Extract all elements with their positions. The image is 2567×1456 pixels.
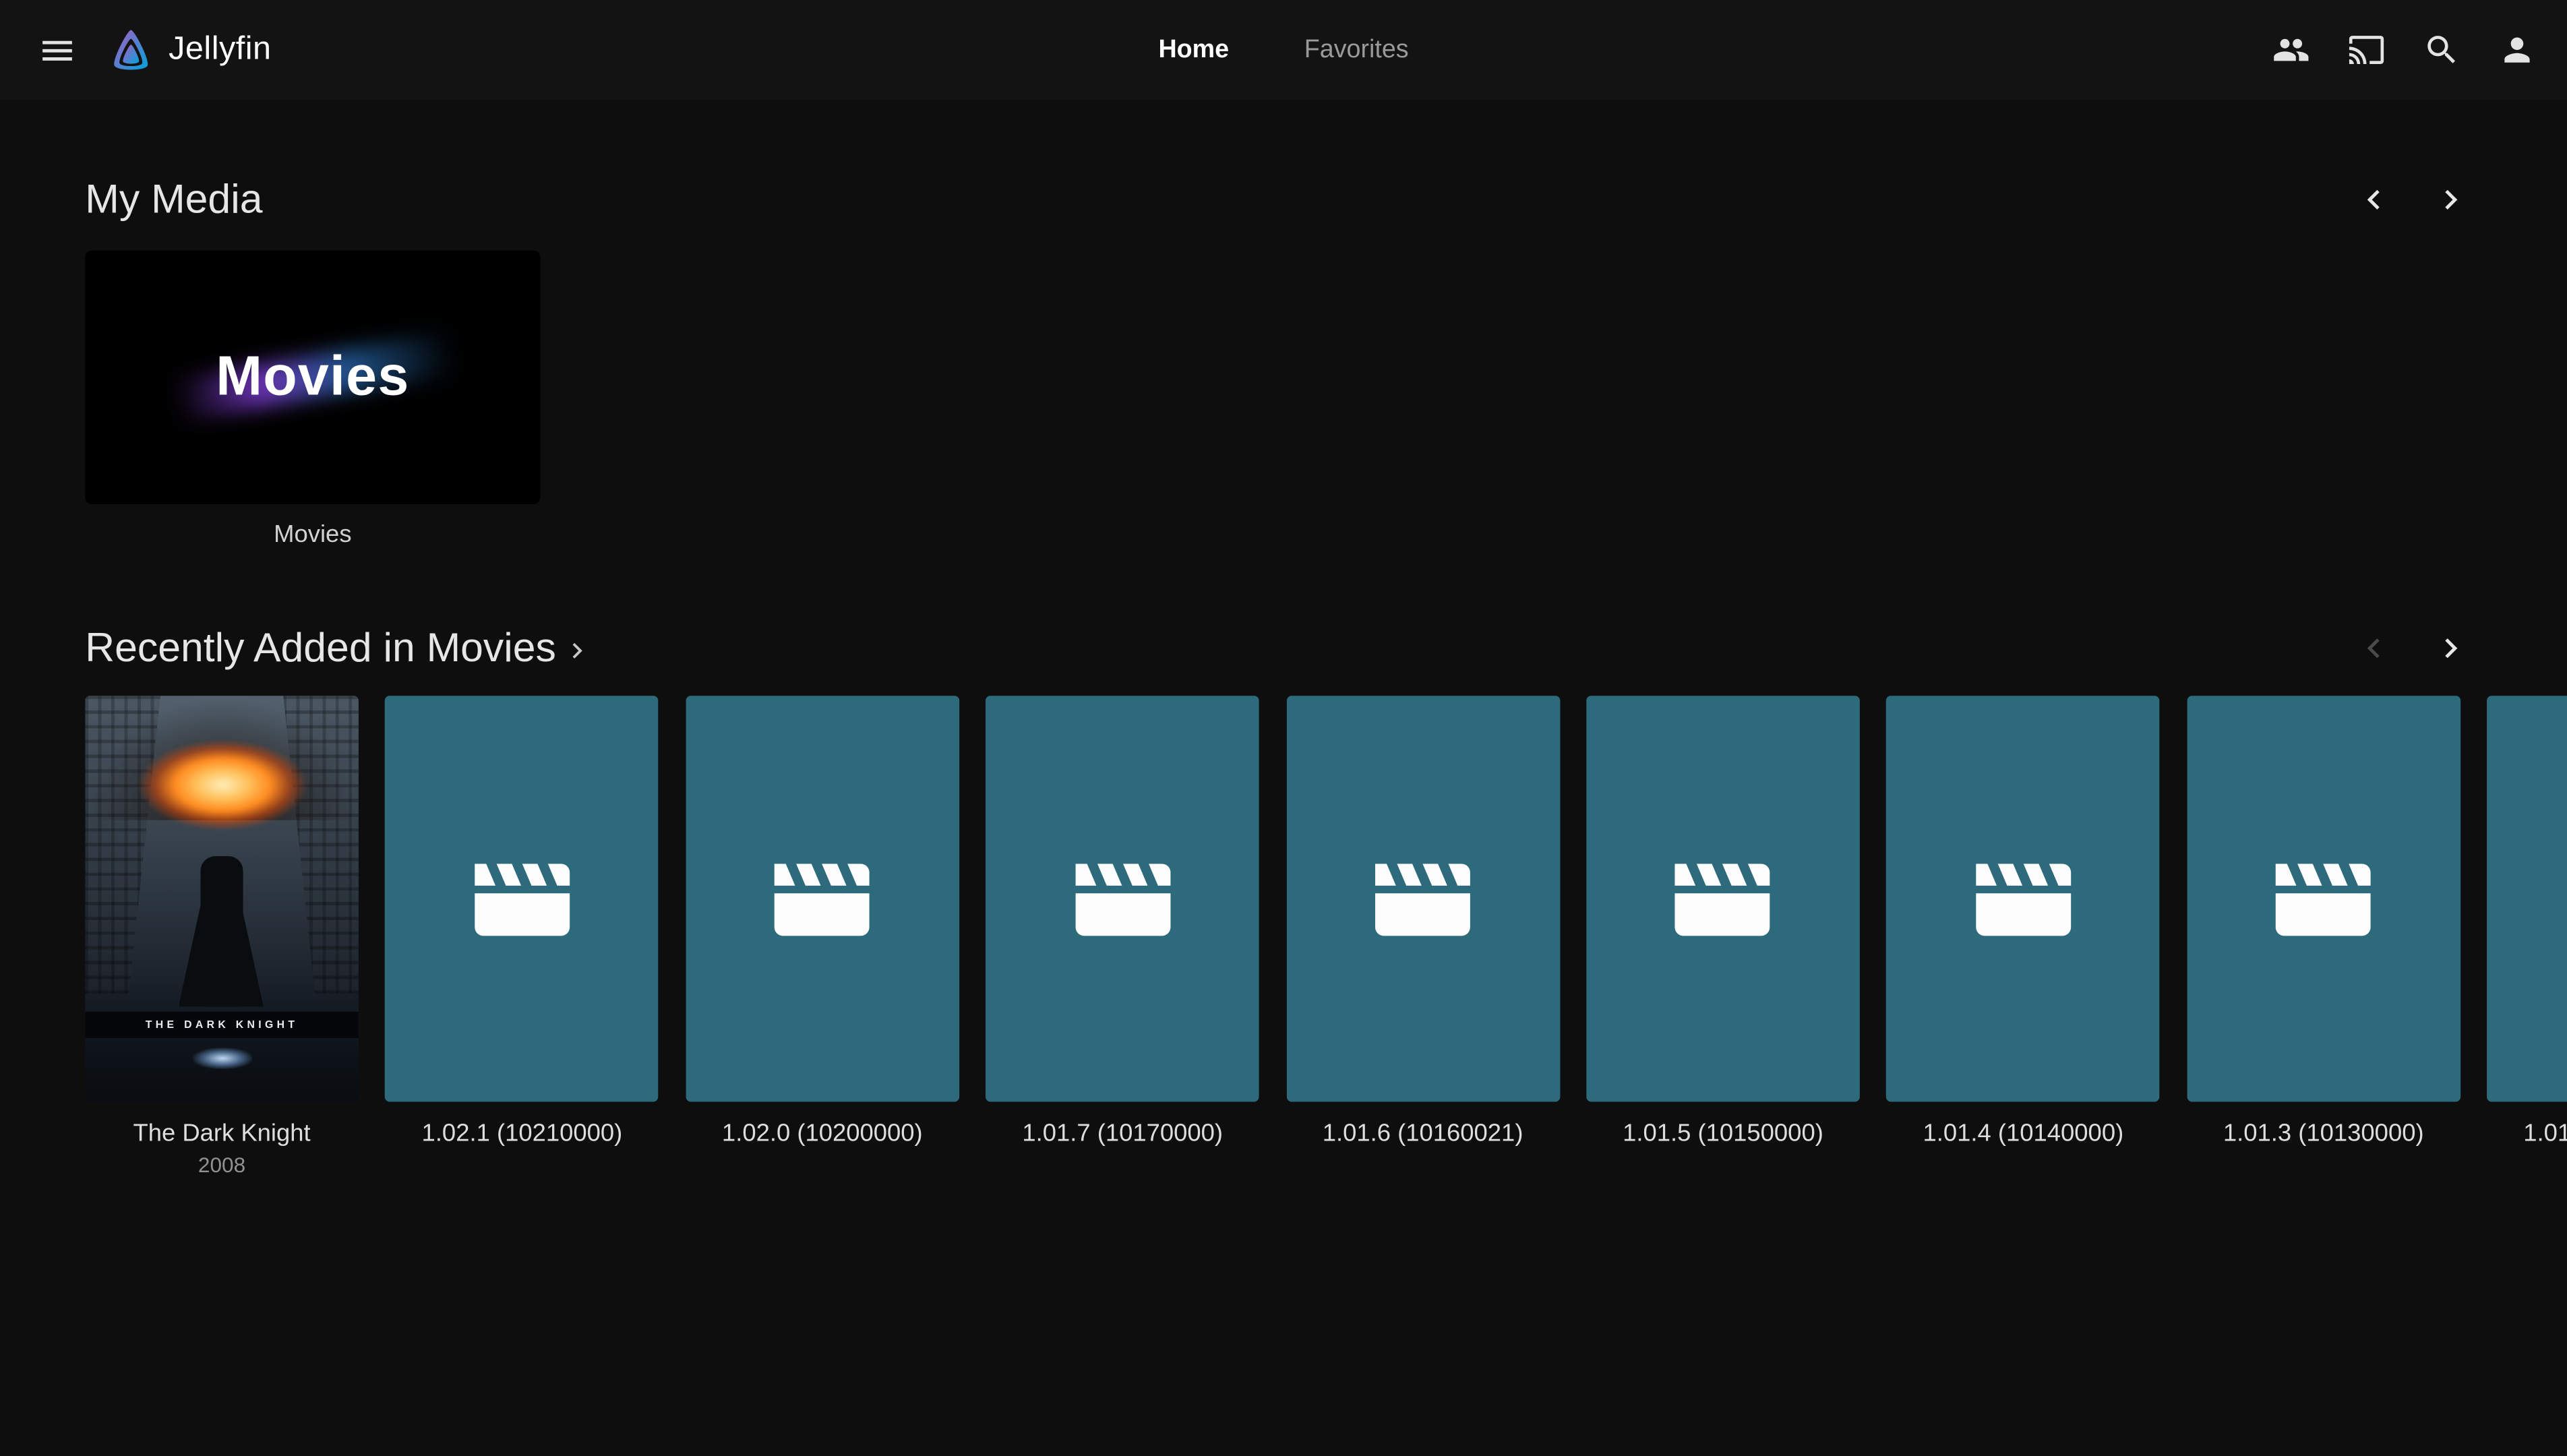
chevron-left-icon <box>2354 180 2393 219</box>
movie-poster[interactable]: THE DARK KNIGHT <box>85 696 359 1101</box>
menu-icon <box>38 30 77 69</box>
tab-home[interactable]: Home <box>1121 0 1267 100</box>
movie-title: 1.01.7 (10170000) <box>986 1120 1259 1147</box>
movie-poster[interactable] <box>386 696 659 1101</box>
chevron-right-icon <box>2431 629 2470 668</box>
poster-fire-art <box>121 738 324 840</box>
movie-card-3[interactable]: 1.01.7 (10170000) <box>986 696 1259 1177</box>
people-icon <box>2272 31 2309 69</box>
movie-card-0[interactable]: THE DARK KNIGHT The Dark Knight 2008 <box>85 696 359 1177</box>
recently-added-scroll-buttons <box>2346 620 2479 676</box>
movie-title: 1.01.3 (10130000) <box>2187 1120 2460 1147</box>
recently-added-link[interactable]: Recently Added in Movies <box>85 625 592 672</box>
user-menu-button[interactable] <box>2479 12 2554 88</box>
home-content: My Media Movies Movies <box>0 172 2567 1177</box>
movies-library-tile[interactable]: Movies <box>85 251 540 504</box>
jellyfin-logo-icon <box>107 26 156 75</box>
tab-favorites[interactable]: Favorites <box>1267 0 1447 100</box>
header-actions <box>2253 12 2554 88</box>
my-media-scroll-right-button[interactable] <box>2423 172 2479 228</box>
top-bar: Jellyfin Home Favorites <box>0 0 2567 100</box>
movie-title: 1.01.6 (10160021) <box>1286 1120 1560 1147</box>
my-media-title: My Media <box>85 176 262 223</box>
my-media-section: My Media Movies Movies <box>85 172 2567 549</box>
chevron-left-icon <box>2354 629 2393 668</box>
movie-poster[interactable] <box>1286 696 1560 1101</box>
movie-card-4[interactable]: 1.01.6 (10160021) <box>1286 696 1560 1177</box>
library-card-movies[interactable]: Movies Movies <box>85 251 540 549</box>
cast-icon <box>2347 31 2384 69</box>
movie-title: The Dark Knight <box>85 1120 359 1147</box>
chevron-right-icon <box>2431 180 2470 219</box>
syncplay-button[interactable] <box>2253 12 2328 88</box>
movie-card-1[interactable]: 1.02.1 (10210000) <box>386 696 659 1177</box>
my-media-row: Movies Movies <box>85 251 2567 549</box>
movie-clapper-icon <box>1958 833 2088 964</box>
app-logo[interactable]: Jellyfin <box>107 26 272 75</box>
cast-button[interactable] <box>2328 12 2403 88</box>
recently-added-section: Recently Added in Movies THE DARK KNIGHT… <box>85 620 2567 1177</box>
chevron-right-icon <box>561 635 592 666</box>
movie-card-2[interactable]: 1.02.0 (10200000) <box>686 696 959 1177</box>
poster-figure-art <box>200 856 242 1006</box>
poster-title-band: THE DARK KNIGHT <box>85 1012 359 1038</box>
movie-poster[interactable] <box>2187 696 2460 1101</box>
person-icon <box>2498 31 2535 69</box>
movie-clapper-icon <box>1057 833 1188 964</box>
movie-poster[interactable] <box>686 696 959 1101</box>
movie-title: 1.02.1 (10210000) <box>386 1120 659 1147</box>
app-title: Jellyfin <box>169 31 271 69</box>
movie-poster[interactable] <box>1887 696 2161 1101</box>
movie-card-8[interactable]: 1.01.2 (10120000) <box>2487 696 2567 1177</box>
menu-button[interactable] <box>24 18 90 83</box>
jellyfin-home-page: Jellyfin Home Favorites My Media <box>0 0 2567 1456</box>
movie-title: 1.01.2 (10120000) <box>2487 1120 2567 1147</box>
movie-clapper-icon <box>2258 833 2389 964</box>
movie-poster[interactable] <box>986 696 1259 1101</box>
search-icon <box>2422 31 2460 69</box>
recently-added-scroll-right-button[interactable] <box>2423 620 2479 676</box>
my-media-scroll-buttons <box>2346 172 2479 228</box>
header-tabs: Home Favorites <box>1121 0 1447 100</box>
movies-tile-text: Movies <box>216 345 409 409</box>
library-name: Movies <box>85 520 540 548</box>
search-button[interactable] <box>2403 12 2479 88</box>
recently-added-title: Recently Added in Movies <box>85 625 556 672</box>
movie-title: 1.01.5 (10150000) <box>1586 1120 1860 1147</box>
my-media-scroll-left-button[interactable] <box>2346 172 2402 228</box>
movie-card-7[interactable]: 1.01.3 (10130000) <box>2187 696 2460 1177</box>
movie-poster[interactable] <box>2487 696 2567 1101</box>
poster-title-text: THE DARK KNIGHT <box>146 1019 299 1031</box>
movie-title: 1.01.4 (10140000) <box>1887 1120 2161 1147</box>
movie-card-6[interactable]: 1.01.4 (10140000) <box>1887 696 2161 1177</box>
movie-clapper-icon <box>456 833 587 964</box>
poster-bat-glow-art <box>192 1048 251 1069</box>
movie-clapper-icon <box>1658 833 1788 964</box>
movie-poster[interactable] <box>1586 696 1860 1101</box>
movie-clapper-icon <box>757 833 888 964</box>
movie-title: 1.02.0 (10200000) <box>686 1120 959 1147</box>
movie-year: 2008 <box>85 1153 359 1177</box>
recently-added-scroll-left-button[interactable] <box>2346 620 2402 676</box>
movie-clapper-icon <box>1357 833 1488 964</box>
movie-clapper-icon <box>2558 833 2567 964</box>
movie-card-5[interactable]: 1.01.5 (10150000) <box>1586 696 1860 1177</box>
recently-added-row: THE DARK KNIGHT The Dark Knight 2008 1.0… <box>85 696 2567 1177</box>
